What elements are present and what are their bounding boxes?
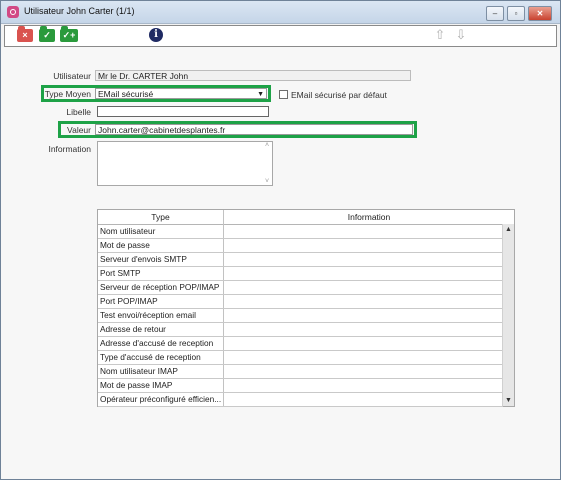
type-cell: Type d'accusé de reception — [100, 352, 201, 362]
form-area: Utilisateur Mr le Dr. CARTER John Type M… — [1, 47, 560, 479]
table-row[interactable]: Serveur d'envois SMTP — [98, 253, 503, 267]
utilisateur-field[interactable]: Mr le Dr. CARTER John — [95, 70, 411, 81]
libelle-field[interactable] — [97, 106, 269, 117]
type-moyen-label: Type Moyen — [44, 89, 91, 99]
type-moyen-select[interactable]: EMail sécurisé ▼ — [95, 88, 267, 99]
info-grid: Type Information Nom utilisateur Mot de p… — [97, 209, 515, 407]
table-row[interactable]: Nom utilisateur — [98, 225, 503, 239]
information-cell[interactable] — [225, 365, 497, 378]
scroll-up-icon[interactable]: ▲ — [503, 224, 514, 235]
toolbar: × ✓ ✓+ i ⇧ ⇩ — [4, 25, 557, 47]
scroll-down-icon[interactable]: ▼ — [503, 395, 514, 406]
type-cell: Mot de passe — [100, 240, 150, 250]
table-row[interactable]: Mot de passe — [98, 239, 503, 253]
chevron-down-icon: ▼ — [257, 91, 264, 98]
title-bar[interactable]: Utilisateur John Carter (1/1) – ▫ ✕ — [1, 1, 560, 24]
information-cell[interactable] — [225, 393, 497, 406]
type-cell: Serveur de réception POP/IMAP — [100, 282, 220, 292]
valeur-label: Valeur — [67, 125, 91, 135]
table-row[interactable]: Port POP/IMAP — [98, 295, 503, 309]
folder-check-icon[interactable]: ✓ — [39, 26, 55, 42]
information-label: Information — [48, 144, 91, 154]
type-cell: Port SMTP — [100, 268, 141, 278]
type-cell: Nom utilisateur IMAP — [100, 366, 178, 376]
table-row[interactable]: Adresse de retour — [98, 323, 503, 337]
table-row[interactable]: Adresse d'accusé de reception — [98, 337, 503, 351]
utilisateur-label: Utilisateur — [53, 71, 91, 81]
type-cell: Opérateur préconfiguré efficien... — [100, 394, 222, 404]
information-cell[interactable] — [225, 309, 497, 322]
table-row[interactable]: Mot de passe IMAP — [98, 379, 503, 393]
info-icon[interactable]: i — [149, 28, 163, 42]
table-row[interactable]: Port SMTP — [98, 267, 503, 281]
information-cell[interactable] — [225, 295, 497, 308]
type-moyen-value: EMail sécurisé — [98, 89, 154, 99]
window-title: Utilisateur John Carter (1/1) — [24, 6, 135, 16]
information-cell[interactable] — [225, 379, 497, 392]
arrow-up-icon[interactable]: ⇧ — [434, 28, 446, 42]
type-cell: Adresse de retour — [100, 324, 166, 334]
arrow-down-icon[interactable]: ⇩ — [455, 28, 467, 42]
table-row[interactable]: Type d'accusé de reception — [98, 351, 503, 365]
save-new-mark: ✓+ — [62, 30, 76, 40]
user-window: Utilisateur John Carter (1/1) – ▫ ✕ × ✓ … — [0, 0, 561, 480]
default-email-label: EMail sécurisé par défaut — [291, 90, 387, 100]
type-cell: Nom utilisateur — [100, 226, 156, 236]
minimize-button[interactable]: – — [486, 6, 504, 21]
table-row[interactable]: Nom utilisateur IMAP — [98, 365, 503, 379]
type-cell: Test envoi/réception email — [100, 310, 196, 320]
textarea-scrollbar[interactable]: ˄ ˅ — [262, 142, 272, 185]
table-row[interactable]: Opérateur préconfiguré efficien... — [98, 393, 503, 407]
valeur-field[interactable]: John.carter@cabinetdesplantes.fr — [95, 124, 413, 135]
information-cell[interactable] — [225, 253, 497, 266]
folder-delete-icon[interactable]: × — [17, 26, 33, 42]
type-cell: Adresse d'accusé de reception — [100, 338, 214, 348]
information-cell[interactable] — [225, 337, 497, 350]
type-cell: Mot de passe IMAP — [100, 380, 173, 390]
information-cell[interactable] — [225, 267, 497, 280]
table-row[interactable]: Serveur de réception POP/IMAP — [98, 281, 503, 295]
information-cell[interactable] — [225, 323, 497, 336]
table-row[interactable]: Test envoi/réception email — [98, 309, 503, 323]
chevron-up-icon[interactable]: ˄ — [262, 142, 272, 149]
information-cell[interactable] — [225, 281, 497, 294]
maximize-button[interactable]: ▫ — [507, 6, 525, 21]
information-cell[interactable] — [225, 239, 497, 252]
default-email-checkbox[interactable] — [279, 90, 288, 99]
save-mark: ✓ — [43, 30, 51, 40]
app-icon — [7, 6, 19, 18]
libelle-label: Libelle — [66, 107, 91, 117]
type-cell: Serveur d'envois SMTP — [100, 254, 187, 264]
information-cell[interactable] — [225, 225, 497, 238]
column-header-information[interactable]: Information — [224, 210, 514, 225]
chevron-down-icon[interactable]: ˅ — [262, 178, 272, 185]
close-button[interactable]: ✕ — [528, 6, 552, 21]
type-cell: Port POP/IMAP — [100, 296, 158, 306]
delete-mark: × — [22, 30, 28, 40]
information-cell[interactable] — [225, 351, 497, 364]
grid-scrollbar[interactable]: ▲ ▼ — [502, 224, 514, 406]
column-header-type[interactable]: Type — [98, 210, 223, 225]
information-textarea[interactable]: ˄ ˅ — [97, 141, 273, 186]
folder-check-plus-icon[interactable]: ✓+ — [60, 26, 78, 42]
